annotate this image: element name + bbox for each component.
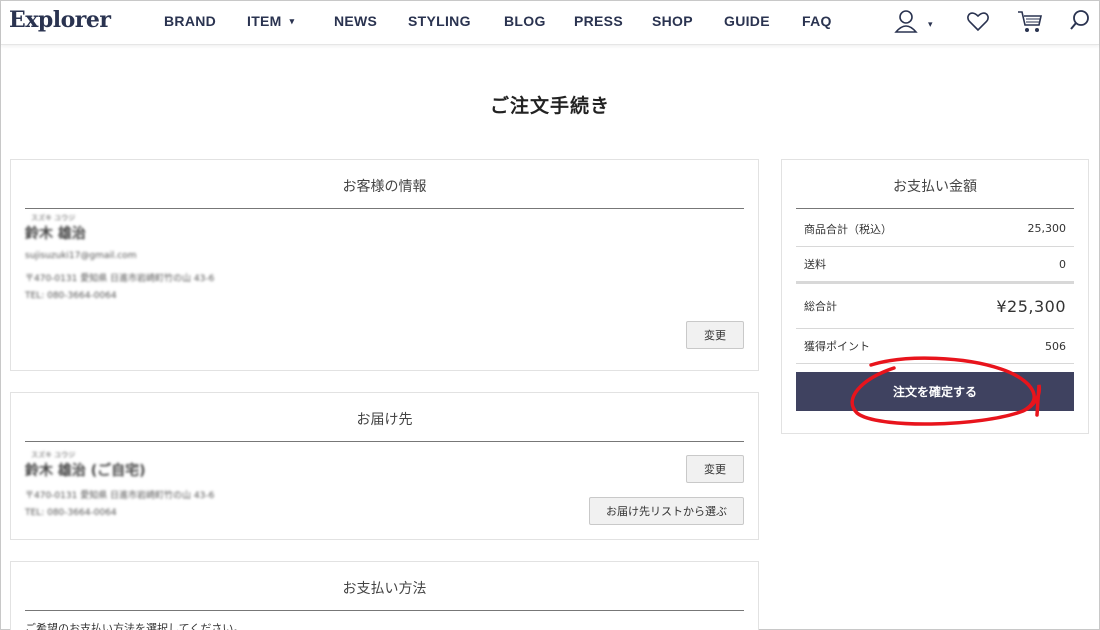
payment-method-instruction: ご希望のお支払い方法を選択してください。 [25,622,245,630]
subtotal-label: 商品合計（税込） [804,222,892,236]
chevron-down-icon: ▾ [928,20,933,30]
delivery-title: お届け先 [25,409,744,442]
nav-item-label: ITEM [247,13,282,29]
delivery-change-button[interactable]: 変更 [686,455,744,483]
page-title: ご注文手続き [489,95,610,117]
total-row: 総合計 ¥25,300 [796,281,1074,329]
nav-faq[interactable]: FAQ [802,13,832,29]
site-header: Explorer BRAND ITEM ▾ NEWS STYLING BLOG P… [1,1,1099,45]
subtotal-value: 25,300 [1027,222,1067,235]
customer-name: 鈴木 雄治 [25,226,86,242]
choose-delivery-list-button[interactable]: お届け先リストから選ぶ [589,497,744,525]
cart-icon[interactable] [1017,8,1043,36]
nav-item-menu[interactable]: ITEM ▾ [247,13,294,29]
user-icon [894,10,918,33]
payment-summary-title: お支払い金額 [796,176,1074,209]
nav-shop[interactable]: SHOP [652,13,693,29]
total-value: ¥25,300 [996,296,1066,316]
delivery-card: お届け先 スズキ ユウジ 鈴木 雄治 (ご自宅) 〒470-0131 愛知県 日… [10,392,759,540]
confirm-order-button[interactable]: 注文を確定する [796,372,1074,411]
payment-method-card: お支払い方法 ご希望のお支払い方法を選択してください。 [10,561,759,630]
delivery-tel: TEL: 080-3664-0064 [25,508,117,518]
customer-email: sujisuzuki17@gmail.com [25,251,137,261]
points-row: 獲得ポイント 506 [796,329,1074,364]
shipping-label: 送料 [804,258,826,271]
customer-tel: TEL: 080-3664-0064 [25,291,117,301]
heart-icon[interactable] [966,8,990,36]
nav-press[interactable]: PRESS [574,13,623,29]
points-label: 獲得ポイント [804,340,870,353]
customer-change-button[interactable]: 変更 [686,321,744,349]
customer-info-card: お客様の情報 スズキ ユウジ 鈴木 雄治 sujisuzuki17@gmail.… [10,159,759,371]
nav-news[interactable]: NEWS [334,13,377,29]
nav-guide[interactable]: GUIDE [724,13,770,29]
total-label: 総合計 [804,300,837,313]
points-value: 506 [1045,339,1066,353]
shipping-value: 0 [1059,257,1066,271]
subtotal-row: 商品合計（税込） 25,300 [796,211,1074,247]
nav-blog[interactable]: BLOG [504,13,546,29]
delivery-name: 鈴木 雄治 (ご自宅) [25,463,146,479]
shipping-row: 送料 0 [796,247,1074,281]
customer-address: 〒470-0131 愛知県 日進市岩崎町竹の山 43-6 [25,274,215,284]
payment-summary-card: お支払い金額 商品合計（税込） 25,300 送料 0 総合計 ¥25,300 … [781,159,1089,434]
chevron-down-icon: ▾ [289,16,295,26]
payment-method-title: お支払い方法 [25,578,744,611]
nav-brand[interactable]: BRAND [164,13,216,29]
account-menu[interactable]: ▾ [894,8,944,36]
search-icon[interactable] [1069,8,1091,36]
delivery-kana: スズキ ユウジ [31,451,76,459]
customer-kana: スズキ ユウジ [31,214,76,222]
delivery-address: 〒470-0131 愛知県 日進市岩崎町竹の山 43-6 [25,491,215,501]
nav-styling[interactable]: STYLING [408,13,471,29]
customer-info-title: お客様の情報 [25,176,744,209]
site-logo[interactable]: Explorer [9,7,111,33]
